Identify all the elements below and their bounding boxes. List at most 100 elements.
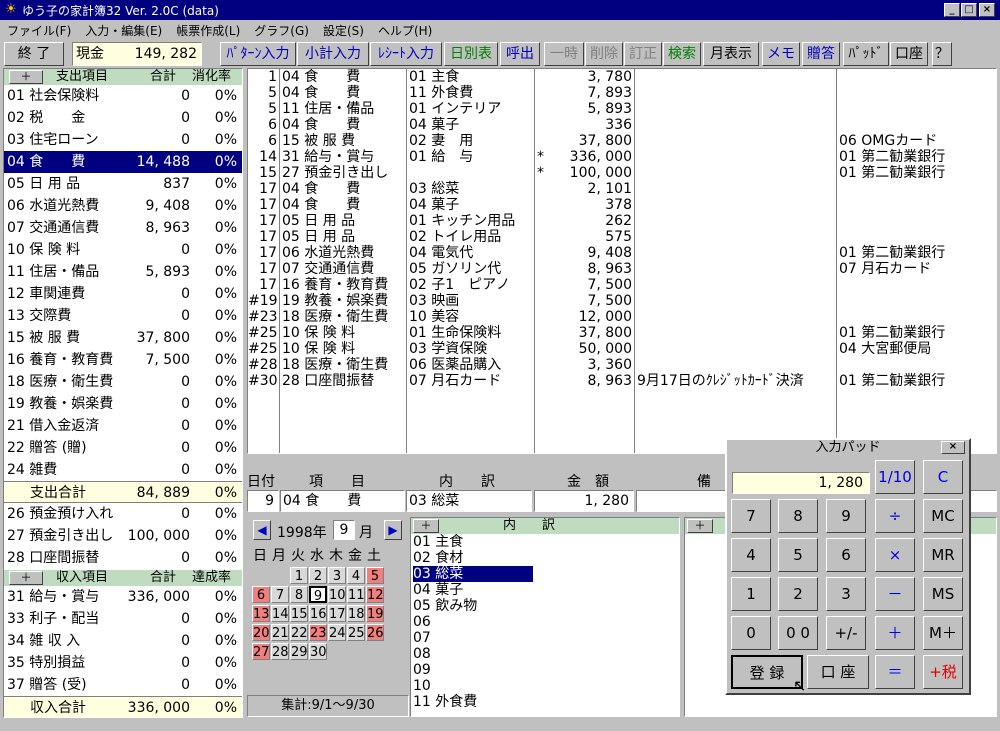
- ledger-cell-item[interactable]: 28 口座間振替: [282, 373, 406, 389]
- ledger-cell-account[interactable]: [839, 229, 996, 245]
- expense-category-row[interactable]: 24 雑費 0 0%: [4, 459, 242, 481]
- subcategory-item[interactable]: 03 総菜: [413, 566, 533, 582]
- calendar-day[interactable]: 8: [290, 586, 308, 603]
- pad-account-button[interactable]: 口 座: [807, 655, 869, 689]
- ledger-cell-detail[interactable]: 01 キッチン用品: [409, 213, 534, 229]
- ledger-cell-item[interactable]: 10 保 険 料: [282, 341, 406, 357]
- ledger-cell-account[interactable]: [839, 277, 996, 293]
- ledger-cell-day[interactable]: 14: [248, 149, 277, 165]
- calendar-day[interactable]: 9: [309, 586, 327, 604]
- key-7[interactable]: 7: [731, 499, 771, 533]
- expense-category-row[interactable]: 02 税 金 0 0%: [4, 107, 242, 129]
- ledger-cell-detail[interactable]: 04 電気代: [409, 245, 534, 261]
- ledger-cell-amount[interactable]: 8, 963: [535, 373, 632, 389]
- calendar-day[interactable]: 25: [347, 624, 365, 641]
- right-pane-add-button[interactable]: ＋: [687, 519, 713, 533]
- ledger-cell-account[interactable]: 01 第二勧業銀行: [839, 165, 996, 181]
- key-memory-store[interactable]: MS: [923, 577, 963, 611]
- expense-category-row[interactable]: 21 借入金返済 0 0%: [4, 415, 242, 437]
- expense-category-row[interactable]: 22 贈答 (贈) 0 0%: [4, 437, 242, 459]
- ledger-cell-note[interactable]: [637, 181, 836, 197]
- key-6[interactable]: 6: [826, 538, 866, 572]
- key-2[interactable]: 2: [778, 577, 818, 611]
- ledger-cell-account[interactable]: 04 大宮郵便局: [839, 341, 996, 357]
- ledger-cell-account[interactable]: 01 第二勧業銀行: [839, 373, 996, 389]
- ledger-cell-note[interactable]: [637, 325, 836, 341]
- ledger-cell-account[interactable]: [839, 293, 996, 309]
- ledger-cell-item[interactable]: 04 食 費: [282, 117, 406, 133]
- ledger-cell-note[interactable]: [637, 277, 836, 293]
- subcategory-item[interactable]: 04 菓子: [413, 582, 679, 598]
- expense-category-row[interactable]: 19 教養・娯楽費 0 0%: [4, 393, 242, 415]
- ledger-cell-detail[interactable]: 03 映画: [409, 293, 534, 309]
- delete-button[interactable]: 削除: [585, 42, 623, 66]
- subcategory-item[interactable]: 01 主食: [413, 534, 679, 550]
- ledger-cell-day[interactable]: 15: [248, 165, 277, 181]
- key-1[interactable]: 1: [731, 577, 771, 611]
- ledger-cell-item[interactable]: 31 給与・賞与: [282, 149, 406, 165]
- key-tenth[interactable]: 1/10: [875, 460, 915, 494]
- ledger-cell-detail[interactable]: 02 トイレ用品: [409, 229, 534, 245]
- entry-item-field[interactable]: 04 食 費: [280, 490, 405, 512]
- help-button[interactable]: ？: [932, 42, 952, 66]
- ledger-cell-item[interactable]: 04 食 費: [282, 181, 406, 197]
- income-category-row[interactable]: 31 給与・賞与 336, 000 0%: [4, 586, 242, 608]
- calendar-day[interactable]: 22: [290, 624, 308, 641]
- ledger-cell-day[interactable]: #25: [248, 341, 278, 357]
- ledger-cell-detail[interactable]: 02 子1 ピアノ: [409, 277, 534, 293]
- calendar-day[interactable]: 23: [309, 624, 327, 641]
- calendar-day[interactable]: 28: [271, 643, 289, 660]
- calendar-day[interactable]: 14: [271, 605, 289, 622]
- ledger-cell-amount[interactable]: 378: [535, 197, 632, 213]
- pattern-input-button[interactable]: ﾊﾟﾀｰﾝ入力: [220, 42, 296, 66]
- income-category-row[interactable]: 37 贈答 (受) 0 0%: [4, 674, 242, 696]
- subcategory-item[interactable]: 05 飲み物: [413, 598, 679, 614]
- expense-category-row[interactable]: 15 被 服 費 37, 800 0%: [4, 327, 242, 349]
- account-button[interactable]: 口座: [890, 42, 928, 66]
- menu-help[interactable]: ヘルプ(H): [371, 22, 439, 39]
- ledger-cell-note[interactable]: [637, 309, 836, 325]
- calendar-day[interactable]: 18: [347, 605, 365, 622]
- key-memory-recall[interactable]: MR: [923, 538, 963, 572]
- ledger-cell-account[interactable]: 01 第二勧業銀行: [839, 149, 996, 165]
- ledger-cell-detail[interactable]: 04 菓子: [409, 197, 534, 213]
- ledger-cell-amount[interactable]: * 336, 000: [535, 149, 632, 165]
- ledger-cell-amount[interactable]: 8, 963: [535, 261, 632, 277]
- calendar-day[interactable]: 26: [366, 624, 384, 641]
- ledger-cell-amount[interactable]: 575: [535, 229, 632, 245]
- subcategory-add-button[interactable]: ＋: [413, 519, 439, 533]
- income-add-button[interactable]: ＋: [9, 571, 43, 585]
- search-button[interactable]: 検索: [663, 42, 701, 66]
- ledger-cell-day[interactable]: #23: [248, 309, 278, 325]
- ledger-cell-day[interactable]: #30: [248, 373, 278, 389]
- ledger-cell-item[interactable]: 27 預金引き出し: [282, 165, 406, 181]
- entry-date-field[interactable]: 9: [247, 490, 279, 512]
- expense-category-row[interactable]: 03 住宅ローン 0 0%: [4, 129, 242, 151]
- ledger-cell-day[interactable]: 6: [248, 133, 277, 149]
- calendar-day[interactable]: 5: [366, 567, 384, 584]
- ledger-cell-note[interactable]: [637, 165, 836, 181]
- calendar-day[interactable]: 21: [271, 624, 289, 641]
- calendar-day[interactable]: 6: [252, 586, 270, 603]
- memo-button[interactable]: メモ: [762, 42, 800, 66]
- entry-detail-field[interactable]: 03 総菜: [406, 490, 532, 512]
- ledger-cell-amount[interactable]: 37, 800: [535, 133, 632, 149]
- ledger-cell-amount[interactable]: 336: [535, 117, 632, 133]
- ledger-cell-account[interactable]: [839, 357, 996, 373]
- ledger-cell-item[interactable]: 04 食 費: [282, 85, 406, 101]
- gift-button[interactable]: 贈答: [802, 42, 840, 66]
- subcategory-item[interactable]: 07: [413, 630, 679, 646]
- calendar-day[interactable]: 15: [290, 605, 308, 622]
- next-month-icon[interactable]: ▶: [384, 520, 402, 540]
- calendar-day[interactable]: 24: [328, 624, 346, 641]
- entry-amount-field[interactable]: 1, 280: [534, 490, 634, 512]
- ledger-cell-account[interactable]: [839, 213, 996, 229]
- transfer-category-row[interactable]: 26 預金預け入れ 0 0%: [4, 503, 242, 525]
- key-clear[interactable]: C: [923, 460, 963, 494]
- calendar-day[interactable]: 27: [252, 643, 270, 660]
- ledger-cell-account[interactable]: 07 月石カード: [839, 261, 996, 277]
- key-4[interactable]: 4: [731, 538, 771, 572]
- expense-category-row[interactable]: 01 社会保険料 0 0%: [4, 85, 242, 107]
- ledger-cell-note[interactable]: [637, 69, 836, 85]
- calendar-month-field[interactable]: 9: [333, 520, 355, 540]
